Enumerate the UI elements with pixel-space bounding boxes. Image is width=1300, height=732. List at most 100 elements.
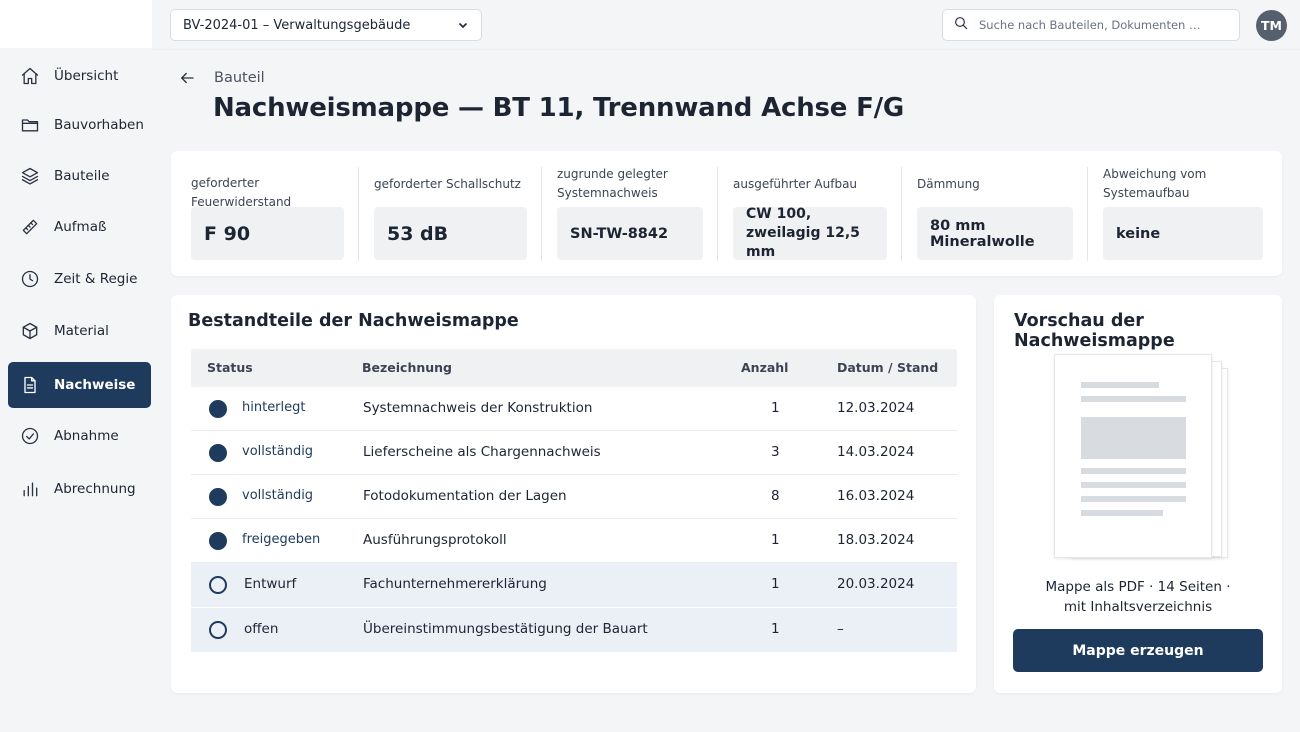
document-image-placeholder	[1081, 417, 1186, 459]
table-row[interactable]: freigegeben Ausführungsprotokoll 1 18.03…	[191, 519, 957, 563]
preview-info: Mappe als PDF · 14 Seiten · mit Inhaltsv…	[994, 577, 1282, 617]
table-row[interactable]: vollständig Lieferscheine als Chargennac…	[191, 431, 957, 475]
chevron-down-icon	[457, 19, 469, 31]
sidebar-item-label: Nachweise	[54, 377, 136, 393]
table-header: Status Bezeichnung Anzahl Datum / Stand	[191, 349, 957, 387]
status-text: Entwurf	[244, 576, 297, 592]
property-label: zugrunde gelegter Systemnachweis	[557, 167, 668, 200]
search-icon	[953, 15, 969, 35]
back-button[interactable]	[178, 69, 198, 89]
property-value: F 90	[191, 207, 344, 260]
property-label: geforderter Schallschutz	[374, 177, 521, 191]
sidebar-item-bauteile[interactable]: Bauteile	[8, 153, 151, 199]
ruler-icon	[19, 216, 41, 238]
sidebar: Übersicht Bauvorhaben Bauteile Aufmaß Ze…	[0, 0, 152, 732]
divider	[901, 167, 902, 261]
sidebar-item-uebersicht[interactable]: Übersicht	[8, 53, 151, 99]
property-system-proof: zugrunde gelegter Systemnachweis SN-TW-8…	[557, 151, 703, 276]
sidebar-item-label: Bauvorhaben	[54, 117, 144, 133]
component-date: –	[837, 621, 844, 637]
status-dot-filled	[209, 400, 227, 418]
document-preview[interactable]	[1054, 354, 1234, 564]
component-name: Ausführungsprotokoll	[363, 532, 507, 548]
document-line	[1081, 482, 1186, 488]
preview-info-line2: mit Inhaltsverzeichnis	[1063, 599, 1213, 615]
preview-title: Vorschau der Nachweismappe	[1014, 311, 1175, 351]
status-text: vollständig	[242, 488, 314, 503]
component-count: 1	[771, 576, 780, 592]
property-deviation: Abweichung vom Systemaufbau keine	[1103, 151, 1263, 276]
document-line	[1081, 396, 1186, 402]
sidebar-item-zeit-regie[interactable]: Zeit & Regie	[8, 256, 151, 302]
sidebar-item-abrechnung[interactable]: Abrechnung	[8, 466, 151, 512]
property-value: SN-TW-8842	[557, 207, 703, 260]
status-text: freigegeben	[242, 532, 321, 547]
project-select[interactable]: BV-2024-01 – Verwaltungsgebäude	[170, 9, 482, 41]
avatar[interactable]: TM	[1256, 10, 1287, 41]
home-icon	[19, 65, 41, 87]
column-header-count: Anzahl	[741, 360, 789, 375]
status-text: vollständig	[242, 444, 314, 459]
status-text: offen	[244, 621, 279, 637]
sidebar-item-label: Abnahme	[54, 428, 119, 444]
sidebar-item-label: Übersicht	[54, 68, 119, 84]
document-page-front	[1054, 354, 1212, 558]
component-count: 1	[771, 621, 780, 637]
property-label: ausgeführter Aufbau	[733, 177, 858, 191]
box-icon	[19, 320, 41, 342]
component-count: 3	[771, 444, 780, 460]
component-name: Lieferscheine als Chargennachweis	[363, 444, 601, 460]
column-header-date: Datum / Stand	[837, 360, 939, 375]
component-name: Übereinstimmungsbestätigung der Bauart	[363, 621, 648, 637]
sidebar-item-label: Material	[54, 323, 109, 339]
property-construction: ausgeführter Aufbau CW 100, zweilagig 12…	[733, 151, 887, 276]
document-line	[1081, 468, 1186, 474]
status-text: hinterlegt	[242, 400, 306, 415]
component-date: 12.03.2024	[837, 400, 915, 416]
document-line	[1081, 382, 1159, 388]
property-sound-insulation: geforderter Schallschutz 53 dB	[374, 151, 527, 276]
divider	[358, 167, 359, 261]
table-row[interactable]: vollständig Fotodokumentation der Lagen …	[191, 475, 957, 519]
breadcrumb[interactable]: Bauteil	[214, 70, 265, 86]
property-value: keine	[1103, 207, 1263, 260]
arrow-left-icon	[178, 72, 196, 91]
column-header-status: Status	[207, 360, 253, 375]
search-input[interactable]	[979, 18, 1229, 32]
table-row[interactable]: hinterlegt Systemnachweis der Konstrukti…	[191, 387, 957, 431]
clock-icon	[19, 268, 41, 290]
component-count: 8	[771, 488, 780, 504]
document-line	[1081, 510, 1163, 516]
table-row[interactable]: Entwurf Fachunternehmererklärung 1 20.03…	[191, 563, 957, 608]
component-count: 1	[771, 400, 780, 416]
sidebar-item-aufmass[interactable]: Aufmaß	[8, 204, 151, 250]
table-row[interactable]: offen Übereinstimmungsbestätigung der Ba…	[191, 608, 957, 653]
property-label: Dämmung	[917, 177, 980, 191]
components-card: Bestandteile der Nachweismappe Status Be…	[171, 295, 976, 693]
sidebar-item-material[interactable]: Material	[8, 308, 151, 354]
document-line	[1081, 496, 1186, 502]
layers-icon	[19, 165, 41, 187]
sidebar-item-nachweise[interactable]: Nachweise	[8, 362, 151, 408]
component-date: 14.03.2024	[837, 444, 915, 460]
status-dot-empty	[209, 621, 227, 639]
sidebar-item-abnahme[interactable]: Abnahme	[8, 413, 151, 459]
property-label: Abweichung vom Systemaufbau	[1103, 167, 1207, 200]
sidebar-header	[0, 0, 152, 48]
property-value: 80 mm Mineralwolle	[917, 207, 1073, 260]
search-box[interactable]	[942, 9, 1240, 41]
component-count: 1	[771, 532, 780, 548]
check-circle-icon	[19, 425, 41, 447]
sidebar-item-label: Aufmaß	[54, 219, 107, 235]
status-dot-filled	[209, 488, 227, 506]
preview-card: Vorschau der Nachweismappe Mappe als PDF…	[994, 295, 1282, 693]
column-header-name: Bezeichnung	[362, 360, 452, 375]
components-table: Status Bezeichnung Anzahl Datum / Stand …	[191, 349, 957, 653]
divider	[541, 167, 542, 261]
folder-icon	[19, 114, 41, 136]
generate-folder-button[interactable]: Mappe erzeugen	[1013, 629, 1263, 672]
component-date: 20.03.2024	[837, 576, 915, 592]
sidebar-item-label: Bauteile	[54, 168, 110, 184]
sidebar-item-bauvorhaben[interactable]: Bauvorhaben	[8, 102, 151, 148]
component-name: Fotodokumentation der Lagen	[363, 488, 567, 504]
